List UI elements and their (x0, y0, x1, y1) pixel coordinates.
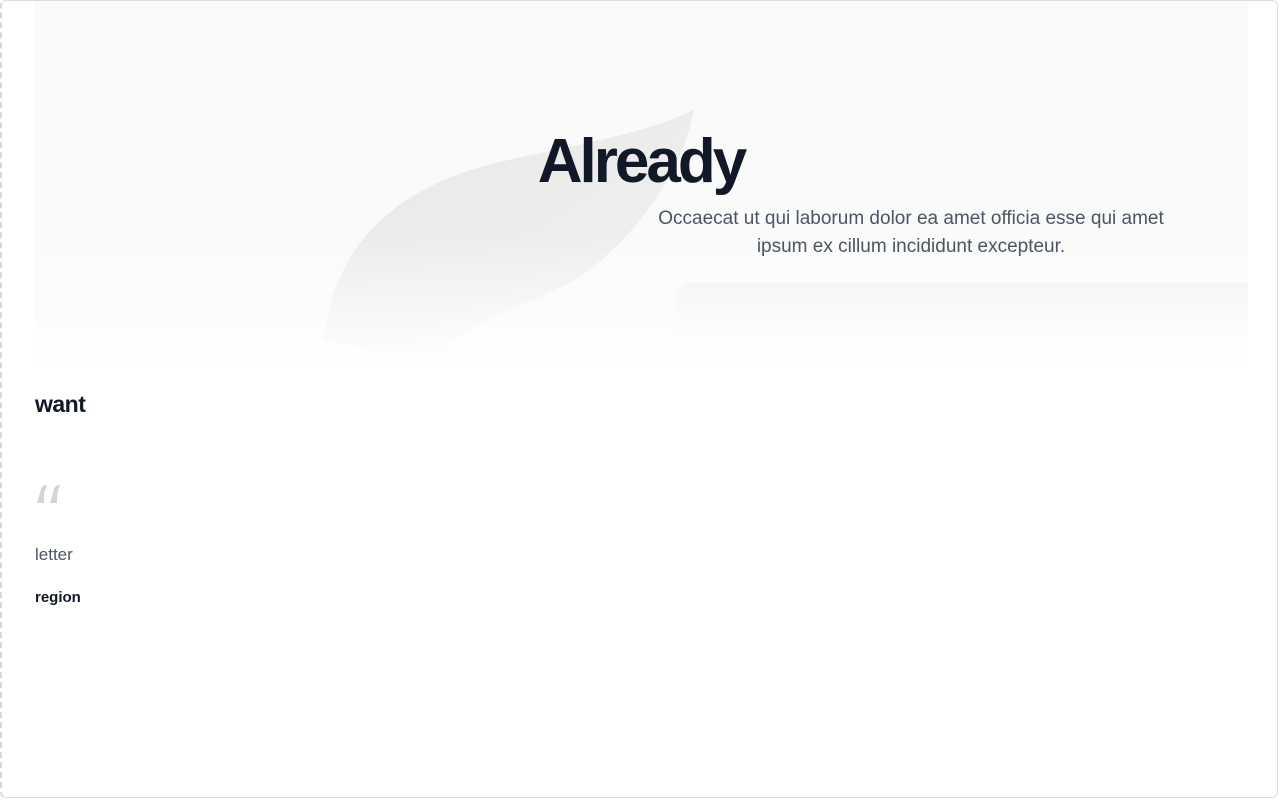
hero-section: Already Occaecat ut qui laborum dolor ea… (34, 1, 1248, 371)
page-frame: Already Occaecat ut qui laborum dolor ea… (0, 0, 1278, 798)
testimonial-author: region (35, 589, 81, 606)
quote-icon (37, 485, 60, 503)
testimonial-heading: want (35, 391, 86, 417)
hero-title: Already (537, 127, 747, 196)
testimonial-quote: letter (35, 545, 73, 564)
hero-subtitle: Occaecat ut qui laborum dolor ea amet of… (658, 208, 1164, 257)
